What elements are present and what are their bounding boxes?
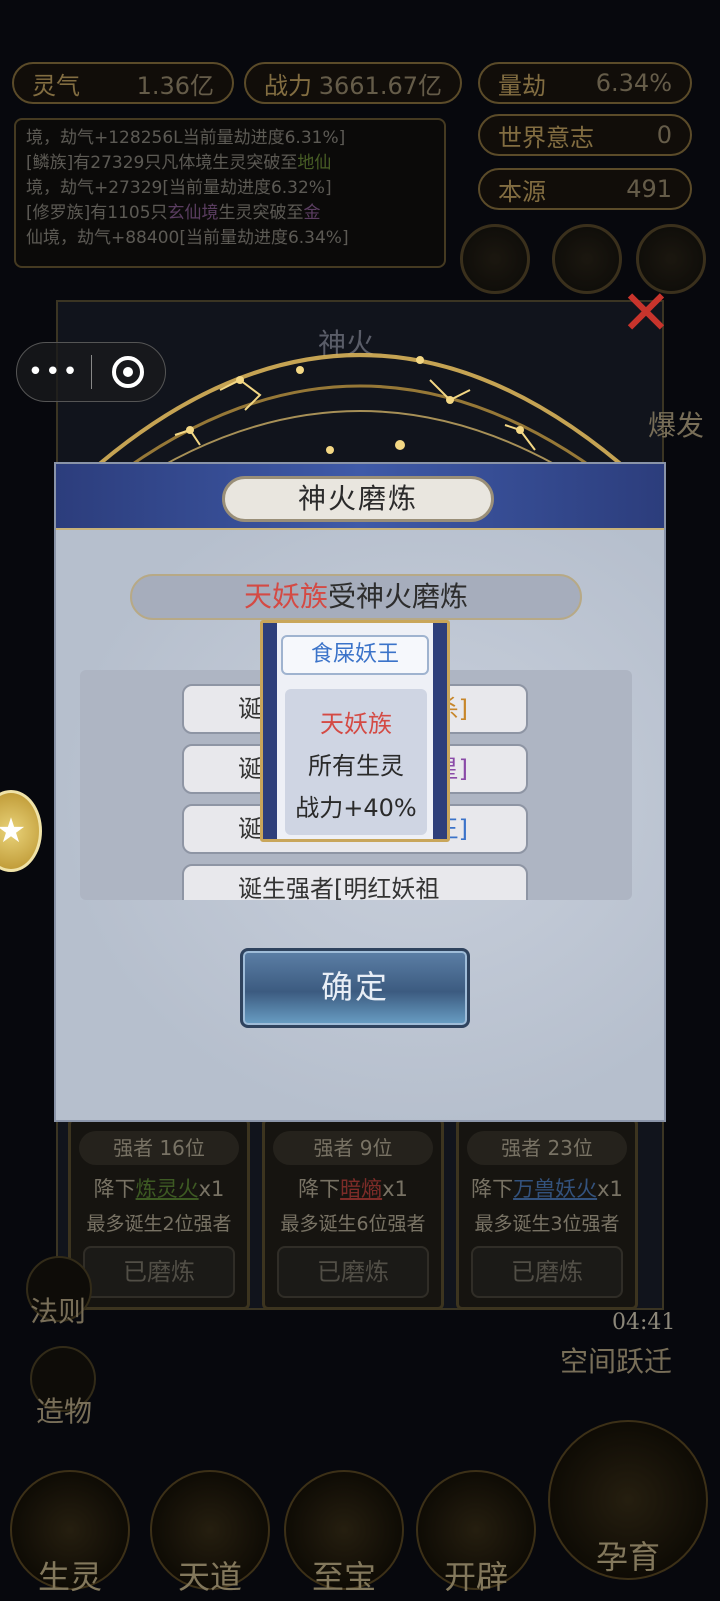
subtitle-rest: 受神火磨炼 [328,580,469,613]
fire-card-2: 强者 9位 降下暗熵x1 最多诞生6位强者 已磨炼 [262,1118,444,1310]
log-line: 仙境，劫气+88400[当前量劫进度6.34%] [26,228,349,248]
event-log: 境，劫气+128256L当前量劫进度6.31%] [鳞族]有27329只凡体境生… [14,118,446,268]
card-rank: 强者 23位 [467,1131,627,1165]
tooltip-body: 天妖族 所有生灵 战力+40% [285,689,427,835]
space-jump-label[interactable]: 空间跃迁 [560,1340,672,1380]
lingqi-stat: 灵气 1.36亿 [12,62,234,104]
lingqi-label: 灵气 [32,71,80,100]
lingqi-value: 1.36亿 [136,71,214,100]
card-max: 最多诞生2位强者 [86,1213,232,1235]
miniprogram-capsule: ••• [16,342,166,402]
liangjie-value: 6.34% [595,69,672,97]
jump-timer: 04:41 [612,1310,676,1335]
card-drop: 降下暗熵x1 [298,1177,408,1201]
benyuan-value: 491 [626,175,672,203]
card-drop: 降下炼灵火x1 [93,1177,225,1201]
tooltip-effect: 战力+40% [295,794,417,822]
card-drop: 降下万兽妖火x1 [471,1177,623,1201]
zhanli-label: 战力 [264,71,312,100]
more-icon[interactable]: ••• [17,357,91,387]
tooltip-title: 食屎妖王 [281,635,429,675]
refined-button[interactable]: 已磨炼 [277,1246,429,1298]
log-line: 境，劫气+128256L当前量劫进度6.31%] [26,128,346,148]
world-will-label: 世界意志 [498,123,594,152]
law-label: 法则 [30,1295,87,1328]
tooltip-race: 天妖族 [320,710,392,738]
exit-target-icon[interactable] [92,356,166,388]
confirm-button[interactable]: 确定 [240,948,470,1028]
nav-shengling-label[interactable]: 生灵 [10,1552,130,1598]
log-line: [鳞族]有27329只凡体境生灵突破至地仙 [26,153,332,173]
benyuan-label: 本源 [498,177,546,206]
modal-header: 神火磨炼 [56,464,664,530]
world-will-stat: 世界意志 0 [478,114,692,156]
card-max: 最多诞生3位强者 [474,1213,620,1235]
list-item[interactable]: 诞生强者[明红妖祖 [182,864,528,900]
fire-card-1: 强者 16位 降下炼灵火x1 最多诞生2位强者 已磨炼 [68,1118,250,1310]
nav-yunyu-label[interactable]: 孕育 [568,1532,688,1578]
liangjie-label: 量劫 [498,71,546,100]
zhanli-stat: 战力 3661.67亿 [244,62,462,104]
hero-tooltip: 食屎妖王 天妖族 所有生灵 战力+40% [260,620,450,842]
refined-button[interactable]: 已磨炼 [471,1246,623,1298]
card-rank: 强者 9位 [273,1131,433,1165]
liangjie-stat: 量劫 6.34% [478,62,692,104]
card-max: 最多诞生6位强者 [280,1213,426,1235]
zhanli-value: 3661.67亿 [318,71,442,100]
tooltip-edge-left [263,623,277,839]
modal-subtitle: 天妖族受神火磨炼 [130,574,582,620]
world-will-value: 0 [656,121,672,149]
log-line: 境，劫气+27329[当前量劫进度6.32%] [26,178,332,198]
subtitle-race: 天妖族 [243,580,328,613]
fire-card-3: 强者 23位 降下万兽妖火x1 最多诞生3位强者 已磨炼 [456,1118,638,1310]
modal-title: 神火磨炼 [222,476,494,522]
tooltip-target: 所有生灵 [308,752,404,780]
benyuan-stat[interactable]: 本源 491 [478,168,692,210]
refined-button[interactable]: 已磨炼 [83,1246,235,1298]
creation-label: 造物 [36,1395,93,1428]
nav-zhibao-label[interactable]: 至宝 [284,1552,404,1598]
close-icon[interactable]: ✕ [614,282,678,346]
nav-tiandao-label[interactable]: 天道 [150,1552,270,1598]
tooltip-edge-right [433,623,447,839]
log-line: [修罗族]有1105只玄仙境生灵突破至金 [26,203,321,223]
card-rank: 强者 16位 [79,1131,239,1165]
nav-kaipi-label[interactable]: 开辟 [416,1552,536,1598]
